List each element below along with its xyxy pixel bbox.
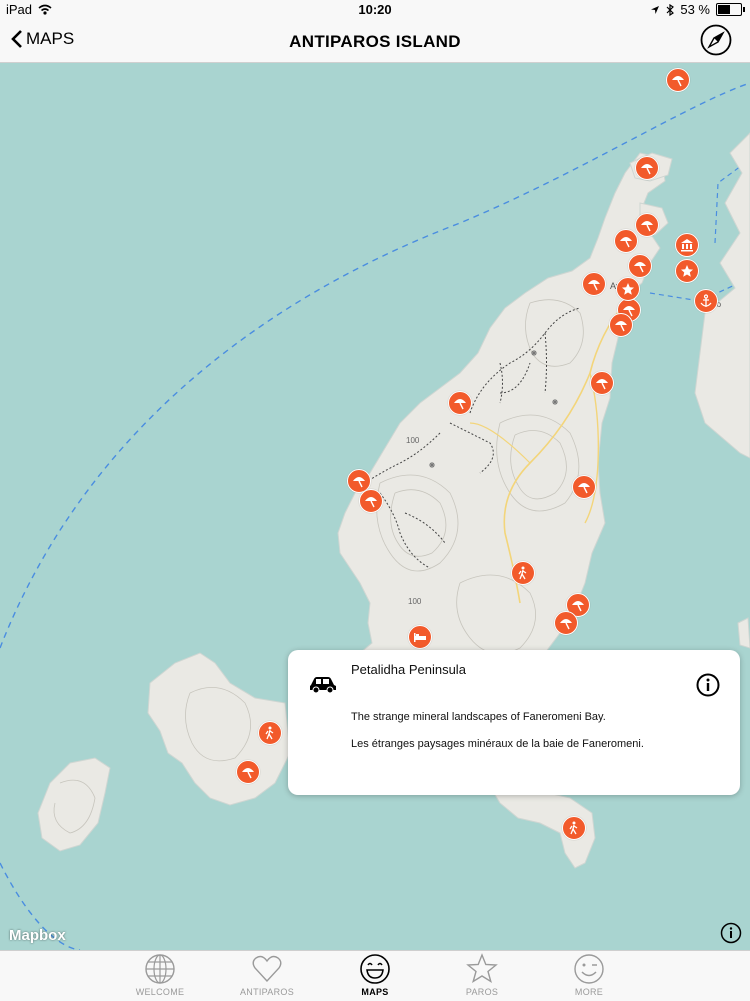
hiking-marker[interactable] — [511, 561, 535, 585]
map-view[interactable]: Av ro 100 100 — [0, 63, 750, 950]
mapbox-logo[interactable]: Mapbox — [9, 927, 66, 944]
callout-title: Petalidha Peninsula — [351, 662, 466, 677]
umbrella-icon — [454, 399, 466, 410]
beach-marker[interactable] — [236, 760, 260, 784]
beach-marker[interactable] — [359, 489, 383, 513]
tab-label: ANTIPAROS — [239, 987, 295, 997]
smiley-icon — [360, 954, 390, 984]
star-icon — [622, 283, 634, 295]
info-icon[interactable] — [696, 673, 720, 697]
beach-marker[interactable] — [635, 213, 659, 237]
battery-percent: 53 % — [680, 2, 710, 17]
museum-marker[interactable] — [675, 233, 699, 257]
bed-icon — [414, 633, 426, 642]
tab-antiparos[interactable]: ANTIPAROS — [227, 953, 307, 999]
tab-more[interactable]: MORE — [549, 953, 629, 999]
beach-marker[interactable] — [609, 313, 633, 337]
umbrella-icon — [634, 262, 646, 273]
callout-description-fr: Les étranges paysages minéraux de la bai… — [351, 738, 644, 750]
battery-icon — [716, 3, 745, 16]
umbrella-icon — [560, 619, 572, 630]
umbrella-icon — [672, 76, 684, 87]
navigation-bar: MAPS ANTIPAROS ISLAND — [0, 20, 750, 63]
tab-maps[interactable]: MAPS — [335, 953, 415, 999]
beach-marker[interactable] — [590, 371, 614, 395]
hiker-icon — [569, 821, 578, 835]
east-islet — [737, 617, 750, 649]
hiker-icon — [518, 566, 527, 580]
beach-marker[interactable] — [614, 229, 638, 253]
anchor-marker[interactable] — [694, 289, 718, 313]
umbrella-icon — [596, 379, 608, 390]
hotel-marker[interactable] — [408, 625, 432, 649]
tab-paros[interactable]: PAROS — [442, 953, 522, 999]
umbrella-icon — [353, 477, 365, 488]
star-marker[interactable] — [675, 259, 699, 283]
umbrella-icon — [242, 768, 254, 779]
beach-marker[interactable] — [666, 68, 690, 92]
heart-icon — [252, 955, 282, 983]
hiking-marker[interactable] — [258, 721, 282, 745]
callout-description-en: The strange mineral landscapes of Fanero… — [351, 711, 606, 723]
star-marker[interactable] — [616, 277, 640, 301]
beach-marker[interactable] — [554, 611, 578, 635]
hiker-icon — [265, 726, 274, 740]
status-bar: iPad 10:20 53 % — [0, 0, 750, 20]
umbrella-icon — [578, 483, 590, 494]
elevation-label: 100 — [408, 597, 422, 606]
bluetooth-icon — [666, 3, 675, 16]
beach-marker[interactable] — [582, 272, 606, 296]
elevation-label: 100 — [406, 436, 420, 445]
location-arrow-icon — [651, 5, 660, 14]
star-icon — [681, 265, 693, 277]
museum-icon — [681, 239, 693, 252]
umbrella-icon — [588, 280, 600, 291]
beach-marker[interactable] — [448, 391, 472, 415]
umbrella-icon — [572, 601, 584, 612]
strongyli-island — [37, 757, 111, 852]
clock: 10:20 — [358, 2, 392, 17]
tab-label: WELCOME — [135, 987, 185, 997]
tab-welcome[interactable]: WELCOME — [120, 953, 200, 999]
umbrella-icon — [641, 221, 653, 232]
beach-marker[interactable] — [628, 254, 652, 278]
tab-label: MAPS — [361, 987, 389, 997]
globe-icon — [145, 954, 175, 984]
map-attribution-info-icon[interactable] — [720, 922, 742, 944]
umbrella-icon — [620, 237, 632, 248]
tab-label: PAROS — [465, 987, 499, 997]
umbrella-icon — [641, 164, 653, 175]
beach-marker[interactable] — [635, 156, 659, 180]
anchor-icon — [700, 294, 712, 307]
tab-label: MORE — [574, 987, 604, 997]
compass-icon[interactable] — [700, 24, 732, 56]
umbrella-icon — [615, 321, 627, 332]
place-callout[interactable]: Petalidha Peninsula The strange mineral … — [288, 650, 740, 795]
hiking-marker[interactable] — [562, 816, 586, 840]
wink-icon — [574, 954, 604, 984]
star-icon — [466, 953, 498, 984]
umbrella-icon — [365, 497, 377, 508]
page-title: ANTIPAROS ISLAND — [289, 32, 461, 51]
car-icon — [310, 677, 336, 694]
beach-marker[interactable] — [572, 475, 596, 499]
tab-bar: WELCOME ANTIPAROS MAPS PAROS MORE — [0, 950, 750, 1001]
